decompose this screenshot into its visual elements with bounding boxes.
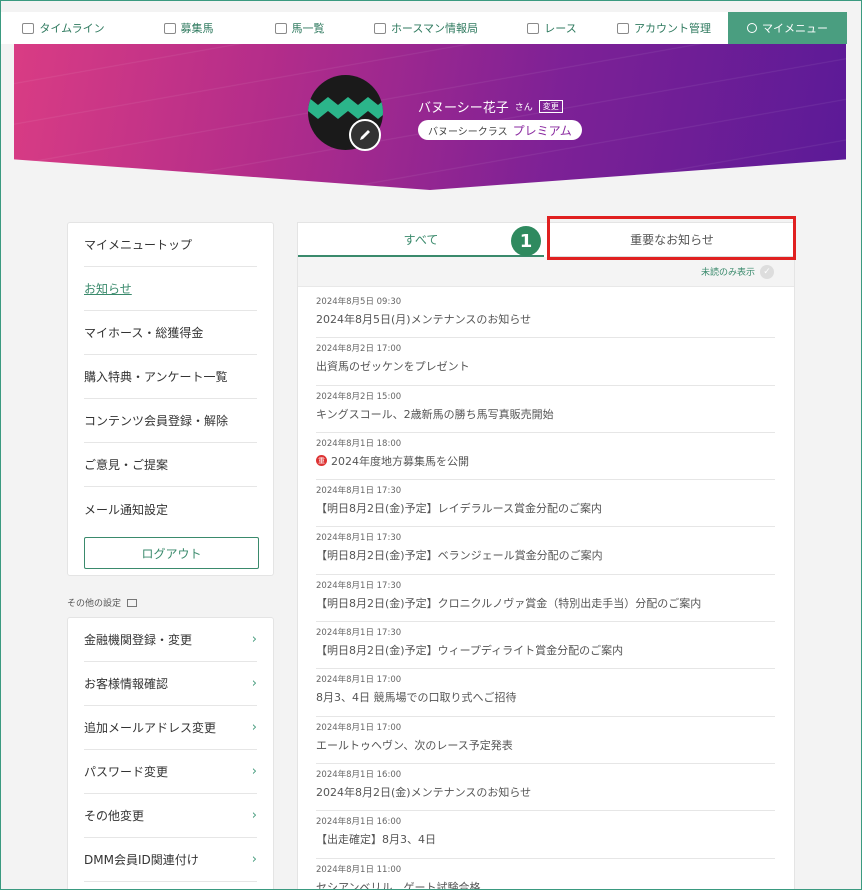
list-item[interactable]: 2024年8月1日 17:00 エールトゥヘヴン、次のレース予定発表 [316, 717, 775, 764]
list-item[interactable]: 2024年8月1日 16:00 【出走確定】8月3、4日 [316, 811, 775, 859]
annotation-highlight-box [547, 216, 796, 260]
other-settings-heading: その他の設定 [67, 596, 138, 609]
other-settings-menu: 金融機関登録・変更 › お客様情報確認 › 追加メールアドレス変更 › パスワード変更… [67, 617, 274, 890]
user-name: バヌーシー花子 [418, 101, 509, 116]
sidebar-item-extra-email[interactable]: 追加メールアドレス変更 › [84, 706, 257, 750]
nav-my-menu[interactable]: マイメニュー [728, 12, 847, 44]
class-label: バヌーシークラス [428, 126, 508, 138]
class-rank: プレミアム [512, 123, 572, 138]
list-item[interactable]: 2024年8月1日 17:00 8月3、4日 競馬場での口取り式へご招待 [316, 669, 775, 717]
horse-icon [274, 22, 287, 34]
window-icon [127, 598, 138, 607]
list-item[interactable]: 2024年8月1日 16:00 2024年8月2日(金)メンテナンスのお知らせ [316, 764, 775, 812]
sidebar-item-customer-info[interactable]: お客様情報確認 › [84, 662, 257, 706]
flag-icon [527, 22, 540, 34]
list-item[interactable]: 2024年8月1日 17:30 【明日8月2日(金)予定】ウィープディライト賞金分… [316, 622, 775, 670]
edit-avatar-button[interactable] [349, 119, 381, 151]
sidebar-item-mail-settings[interactable]: メール通知設定 [84, 487, 257, 531]
notice-title: 出資馬のゼッケンをプレゼント [316, 360, 470, 374]
sidebar-item-dmm-link[interactable]: DMM会員ID関連付け › [84, 838, 257, 882]
horse-list-icon [163, 22, 176, 34]
list-item[interactable]: 2024年8月1日 17:30 【明日8月2日(金)予定】レイデラルース賞金分配の… [316, 480, 775, 528]
user-name-row: バヌーシー花子 さん 変更 [418, 97, 563, 116]
notice-title: 2024年度地方募集馬を公開 [331, 454, 469, 468]
logout-button[interactable]: ログアウト [84, 537, 259, 569]
nav-race[interactable]: レース [504, 12, 600, 44]
nav-horseman-info[interactable]: ホースマン情報局 [348, 12, 504, 44]
notice-date: 2024年8月1日 16:00 [316, 769, 402, 780]
important-icon: 重 [316, 455, 327, 467]
sidebar-item-notices[interactable]: お知らせ [84, 267, 257, 311]
sidebar-menu: マイメニュートップ お知らせ マイホース・総獲得金 購入特典・アンケート一覧 コ… [67, 222, 274, 576]
chevron-right-icon: › [251, 676, 257, 691]
notice-title: 8月3、4日 競馬場での口取り式へご招待 [316, 691, 517, 705]
honorific: さん [514, 103, 533, 113]
notice-date: 2024年8月1日 11:00 [316, 864, 402, 875]
sidebar-item-other-change[interactable]: その他変更 › [84, 794, 257, 838]
notice-title: 【明日8月2日(金)予定】ウィープディライト賞金分配のご案内 [316, 644, 624, 658]
sidebar-item-my-menu-top[interactable]: マイメニュートップ [84, 223, 257, 267]
list-item[interactable]: 2024年8月1日 11:00 セシアンベリル、ゲート試験合格 [316, 859, 775, 890]
notice-date: 2024年8月1日 17:00 [316, 675, 402, 686]
unread-only-toggle[interactable]: ✓ [760, 264, 774, 279]
top-navigation: タイムライン 募集馬 馬一覧 ホースマン情報局 レース アカウント管理 マイメニ… [1, 12, 847, 44]
change-name-button[interactable]: 変更 [538, 100, 563, 113]
profile-hero: バヌーシー花子 さん 変更 バヌーシークラス プレミアム [14, 44, 846, 190]
notice-title: 【明日8月2日(金)予定】クロニクルノヴァ賞金（特別出走手当）分配のご案内 [316, 596, 702, 610]
unread-filter: 未読のみ表示 ✓ [298, 257, 794, 287]
sidebar-item-feedback[interactable]: ご意見・ご提案 [84, 443, 257, 487]
notice-title-row: 重 2024年度地方募集馬を公開 [316, 453, 775, 469]
notice-date: 2024年8月1日 17:30 [316, 580, 402, 591]
list-item[interactable]: 2024年8月2日 15:00 キングスコール、2歳新馬の勝ち馬写真販売開始 [316, 386, 775, 433]
chevron-right-icon: › [251, 852, 257, 867]
nav-recruit-horses[interactable]: 募集馬 [126, 12, 251, 44]
notices-panel: すべて 重要なお知らせ 未読のみ表示 ✓ 2024年8月5日 09:30 2024… [297, 222, 796, 890]
list-item[interactable]: 2024年8月1日 17:30 【明日8月2日(金)予定】クロニクルノヴァ賞金（特… [316, 575, 775, 623]
sidebar-item-content-membership[interactable]: コンテンツ会員登録・解除 [84, 399, 257, 443]
sidebar-item-benefits[interactable]: 購入特典・アンケート一覧 [84, 355, 257, 399]
account-icon [617, 22, 629, 34]
info-icon [373, 22, 386, 34]
notice-list: 2024年8月5日 09:30 2024年8月5日(月)メンテナンスのお知らせ 2… [316, 291, 775, 890]
notice-date: 2024年8月2日 17:00 [316, 344, 402, 355]
nav-horse-list[interactable]: 馬一覧 [251, 12, 348, 44]
timeline-icon [22, 22, 35, 34]
chevron-right-icon: › [251, 808, 257, 823]
nav-timeline[interactable]: タイムライン [1, 12, 126, 44]
hero-stripes [14, 44, 846, 190]
chevron-right-icon: › [251, 720, 257, 735]
unread-only-label[interactable]: 未読のみ表示 [701, 265, 755, 278]
notice-title: 【出走確定】8月3、4日 [316, 833, 436, 847]
notice-date: 2024年8月1日 17:30 [316, 533, 402, 544]
notice-date: 2024年8月1日 17:30 [316, 628, 402, 639]
list-item[interactable]: 2024年8月1日 18:00 重 2024年度地方募集馬を公開 [316, 433, 775, 481]
list-item[interactable]: 2024年8月1日 17:30 【明日8月2日(金)予定】ベランジェール賞金分配の… [316, 527, 775, 575]
chevron-right-icon: › [251, 632, 257, 647]
nav-account[interactable]: アカウント管理 [600, 12, 728, 44]
notice-date: 2024年8月1日 16:00 [316, 817, 402, 828]
step-number-badge: 1 [511, 226, 541, 256]
notice-title: エールトゥヘヴン、次のレース予定発表 [316, 738, 513, 752]
chevron-right-icon: › [251, 764, 257, 779]
user-icon [747, 23, 757, 33]
notice-date: 2024年8月1日 18:00 [316, 438, 402, 449]
list-item[interactable]: 2024年8月2日 17:00 出資馬のゼッケンをプレゼント [316, 338, 775, 386]
notice-date: 2024年8月5日 09:30 [316, 297, 402, 307]
notice-date: 2024年8月1日 17:00 [316, 722, 402, 733]
notice-title: 2024年8月5日(月)メンテナンスのお知らせ [316, 313, 532, 326]
class-badge: バヌーシークラス プレミアム [418, 120, 582, 140]
pencil-icon [360, 130, 370, 140]
sidebar-item-password[interactable]: パスワード変更 › [84, 750, 257, 794]
notice-title: 2024年8月2日(金)メンテナンスのお知らせ [316, 785, 532, 799]
sidebar-item-my-horse[interactable]: マイホース・総獲得金 [84, 311, 257, 355]
notice-title: 【明日8月2日(金)予定】レイデラルース賞金分配のご案内 [316, 502, 603, 516]
tab-all[interactable]: すべて [298, 223, 544, 257]
sidebar-item-bank[interactable]: 金融機関登録・変更 › [84, 618, 257, 662]
notice-date: 2024年8月1日 17:30 [316, 486, 402, 497]
notice-title: セシアンベリル、ゲート試験合格 [316, 880, 481, 890]
list-item[interactable]: 2024年8月5日 09:30 2024年8月5日(月)メンテナンスのお知らせ [316, 291, 775, 339]
notice-title: 【明日8月2日(金)予定】ベランジェール賞金分配のご案内 [316, 549, 603, 563]
notice-title: キングスコール、2歳新馬の勝ち馬写真販売開始 [316, 407, 554, 421]
notice-date: 2024年8月2日 15:00 [316, 391, 402, 402]
